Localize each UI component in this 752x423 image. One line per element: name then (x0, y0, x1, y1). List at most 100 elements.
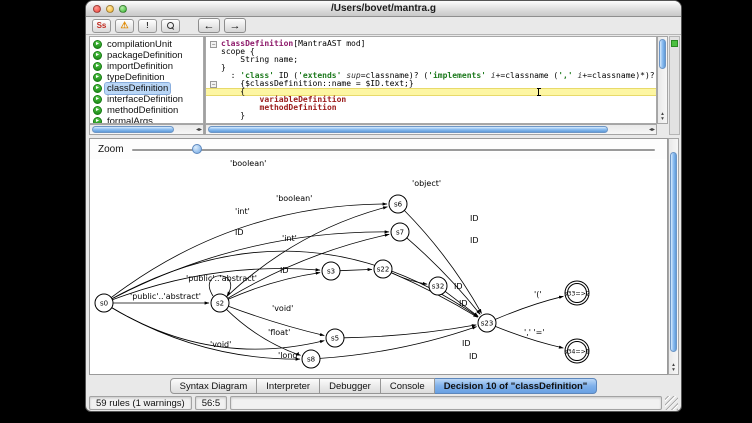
editor-vertical-scrollbar[interactable]: ▴▾ (657, 36, 668, 124)
dfa-node-s3[interactable]: s3 (322, 262, 340, 280)
analysis-ok-marker (671, 40, 678, 47)
analysis-column[interactable] (669, 36, 680, 135)
code-line[interactable]: methodDefinition (206, 104, 656, 112)
scroll-arrows-icon[interactable]: ◂▸ (649, 126, 655, 133)
rule-item-packageDefinition[interactable]: ▸packageDefinition (90, 50, 203, 61)
svg-text:s22: s22 (377, 266, 390, 274)
minimize-button[interactable] (106, 5, 114, 13)
dfa-node-s2[interactable]: s2 (211, 294, 229, 312)
rule-label: packageDefinition (105, 50, 185, 61)
rule-label: typeDefinition (105, 72, 167, 83)
rule-item-methodDefinition[interactable]: ▸methodDefinition (90, 105, 203, 116)
dfa-node-s8[interactable]: s8 (302, 350, 320, 368)
rule-icon: ▸ (93, 117, 102, 124)
svg-text:s0: s0 (100, 300, 108, 308)
editor-vscroll-thumb[interactable] (659, 39, 666, 69)
dfa-node-s7[interactable]: s7 (391, 223, 409, 241)
diagram-svg[interactable]: 'public'..'abstract''public'..'abstract'… (90, 159, 667, 375)
edge-label: 'public'..'abstract' (130, 292, 201, 301)
scroll-arrows-icon[interactable]: ◂▸ (196, 126, 202, 133)
code-line[interactable]: String name; (206, 56, 656, 64)
rule-label: importDefinition (105, 61, 175, 72)
edge-label: ID (470, 214, 479, 223)
edge-label: 'object' (412, 179, 441, 188)
edge-label: ID (470, 236, 479, 245)
ideas-button[interactable]: ! (138, 19, 157, 33)
warnings-button[interactable]: ⚠ (115, 19, 134, 33)
edge-label: ID (235, 228, 244, 237)
dfa-edge (340, 269, 372, 270)
tab-console[interactable]: Console (381, 378, 435, 394)
tab-interpreter[interactable]: Interpreter (257, 378, 320, 394)
editor-horizontal-scrollbar[interactable]: ◂▸ (205, 124, 657, 135)
dfa-node-s6[interactable]: s6 (389, 195, 407, 213)
edge-label: '(' (534, 290, 542, 299)
close-button[interactable] (93, 5, 101, 13)
resize-grip[interactable] (665, 396, 678, 410)
pane-vertical-scrollbar[interactable]: ▴▾ (668, 138, 679, 375)
dfa-node-s5[interactable]: s5 (326, 329, 344, 347)
dfa-diagram-canvas[interactable]: 'public'..'abstract''public'..'abstract'… (90, 159, 667, 375)
app-window: /Users/bovet/mantra.g Ss ⚠ ! ← → ▸compil… (85, 0, 682, 412)
rule-label: compilationUnit (105, 39, 174, 50)
window-title: /Users/bovet/mantra.g (331, 3, 436, 14)
grammar-editor[interactable]: −classDefinition[MantraAST mod]scope { S… (205, 36, 657, 124)
fold-toggle-icon[interactable]: − (210, 40, 221, 48)
fold-toggle-icon[interactable]: − (210, 80, 221, 88)
zoom-slider-track[interactable] (132, 149, 655, 151)
tab-debugger[interactable]: Debugger (320, 378, 381, 394)
rule-item-classDefinition[interactable]: ▸classDefinition (90, 83, 203, 94)
dfa-node-s22[interactable]: s22 (374, 260, 392, 278)
syntax-coloring-button[interactable]: Ss (92, 19, 111, 33)
edge-label: ID (454, 282, 463, 291)
rule-item-compilationUnit[interactable]: ▸compilationUnit (90, 39, 203, 50)
zoom-slider[interactable] (132, 143, 659, 155)
tree-horizontal-scrollbar[interactable]: ◂▸ (89, 124, 204, 135)
rules-tree[interactable]: ▸compilationUnit▸packageDefinition▸impor… (89, 36, 204, 124)
code-line[interactable]: } (206, 112, 656, 120)
rule-item-typeDefinition[interactable]: ▸typeDefinition (90, 72, 203, 83)
dfa-node-s0[interactable]: s0 (95, 294, 113, 312)
svg-text:s3: s3 (327, 268, 335, 276)
title-bar[interactable]: /Users/bovet/mantra.g (86, 1, 681, 17)
tab-decision-10-of-classdefinition[interactable]: Decision 10 of "classDefinition" (435, 378, 598, 394)
svg-text:s2: s2 (216, 300, 224, 308)
rule-icon: ▸ (93, 62, 102, 71)
rule-item-importDefinition[interactable]: ▸importDefinition (90, 61, 203, 72)
tab-syntax-diagram[interactable]: Syntax Diagram (170, 378, 258, 394)
zoom-window-button[interactable] (119, 5, 127, 13)
svg-text:s7: s7 (396, 229, 404, 237)
edge-label: 'int' (235, 207, 250, 216)
find-button[interactable] (161, 19, 180, 33)
ideas-icon: ! (146, 21, 149, 30)
scroll-arrows-icon[interactable]: ▴▾ (658, 112, 667, 122)
svg-text:s8: s8 (307, 356, 315, 364)
code-line[interactable]: − {$classDefinition::name = $ID.text;} (206, 80, 656, 88)
code-line[interactable]: −classDefinition[MantraAST mod] (206, 40, 656, 48)
dfa-node-s33[interactable]: s33=>2 (564, 281, 590, 305)
dfa-edge (407, 238, 480, 315)
dfa-edge (228, 234, 390, 298)
rule-item-formalArgs[interactable]: ▸formalArgs (90, 116, 203, 124)
rule-item-interfaceDefinition[interactable]: ▸interfaceDefinition (90, 94, 203, 105)
svg-text:s23: s23 (481, 320, 494, 328)
caret-position-status: 56:5 (195, 396, 228, 410)
editor-code: −classDefinition[MantraAST mod]scope { S… (206, 40, 656, 120)
svg-text:s32: s32 (432, 283, 445, 291)
edge-label: 'int' (282, 234, 297, 243)
dfa-node-s23[interactable]: s23 (478, 314, 496, 332)
svg-text:s5: s5 (331, 335, 339, 343)
tree-hscroll-thumb[interactable] (92, 126, 174, 133)
dfa-node-s32[interactable]: s32 (429, 277, 447, 295)
syntax-coloring-icon: Ss (97, 21, 107, 30)
forward-button[interactable]: → (224, 18, 246, 33)
dfa-node-s34[interactable]: s34=>1 (564, 339, 590, 363)
status-bar: 59 rules (1 warnings) 56:5 (89, 396, 678, 410)
zoom-slider-thumb[interactable] (192, 144, 202, 154)
dfa-edge (320, 327, 477, 359)
editor-hscroll-thumb[interactable] (208, 126, 608, 133)
back-button[interactable]: ← (198, 18, 220, 33)
pane-vscroll-thumb[interactable] (670, 152, 677, 352)
scroll-arrows-icon[interactable]: ▴▾ (669, 363, 678, 373)
edge-label: ID (280, 266, 289, 275)
